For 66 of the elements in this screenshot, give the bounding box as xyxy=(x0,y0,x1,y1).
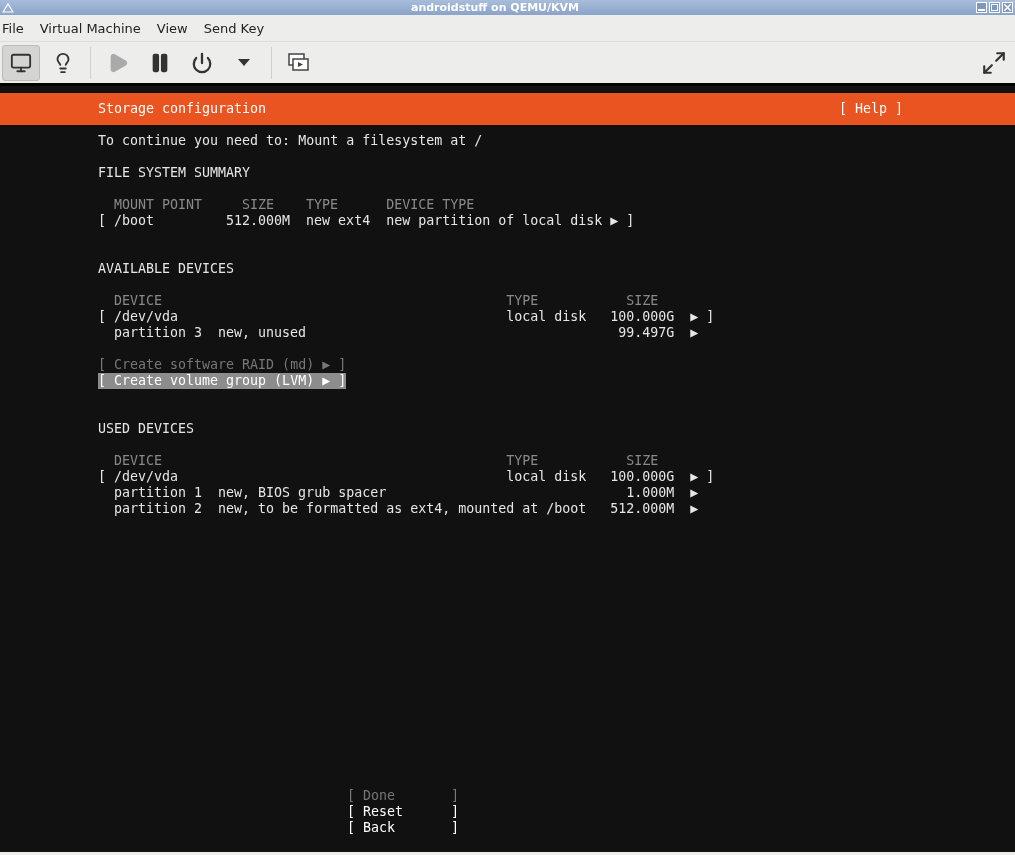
submenu-arrow[interactable]: ▶ xyxy=(690,325,699,340)
section-heading: AVAILABLE DEVICES xyxy=(98,261,235,277)
bracket: [ xyxy=(98,213,106,228)
menu-item[interactable]: File xyxy=(2,20,30,36)
help-link[interactable]: [ Help ] xyxy=(838,101,903,117)
fs-size: 512.000M xyxy=(226,213,291,228)
bracket: ] xyxy=(706,469,715,484)
section-heading: FILE SYSTEM SUMMARY xyxy=(98,165,251,181)
column-header: TYPE xyxy=(506,453,539,468)
submenu-arrow[interactable]: ▶ xyxy=(690,501,699,516)
action-button[interactable]: [ Back ] xyxy=(347,820,460,836)
device-name[interactable]: /dev/vda xyxy=(114,469,179,484)
partition-size: 1.000M xyxy=(626,485,675,500)
menu-item[interactable]: View xyxy=(156,20,194,36)
power-icon xyxy=(191,51,213,74)
bracket: [ xyxy=(98,469,106,484)
menu-item[interactable]: Virtual Machine xyxy=(39,20,147,36)
submenu-arrow[interactable]: ▶ xyxy=(690,485,699,500)
screen-title: Storage configuration xyxy=(98,101,267,117)
notice-text: To continue you need to: Mount a filesystem at / xyxy=(98,133,483,149)
bracket: [ xyxy=(98,309,106,324)
close-button[interactable] xyxy=(1002,2,1013,13)
column-header: MOUNT POINT xyxy=(114,197,203,212)
minimize-button[interactable] xyxy=(976,2,987,13)
fs-type: new ext4 xyxy=(306,213,371,228)
column-header: TYPE xyxy=(506,293,539,308)
column-header: SIZE xyxy=(626,453,659,468)
submenu-arrow[interactable]: ▶ xyxy=(690,469,699,484)
action-button[interactable]: [ Reset ] xyxy=(347,804,460,820)
device-name[interactable]: /dev/vda xyxy=(114,309,179,324)
view-toggle-button[interactable] xyxy=(2,44,40,81)
partition-size: 99.497G xyxy=(618,325,675,340)
bracket: ] xyxy=(626,213,635,228)
device-type: new partition of local disk xyxy=(386,213,603,228)
monitor-icon xyxy=(10,51,32,74)
fullscreen-icon xyxy=(981,49,1007,76)
submenu-arrow[interactable]: ▶ xyxy=(690,309,699,324)
partition-description: new, unused xyxy=(218,325,307,340)
partition-description: new, BIOS grub spacer xyxy=(218,485,387,500)
partition-name[interactable]: partition 3 xyxy=(114,325,203,340)
section-heading: USED DEVICES xyxy=(98,421,195,437)
maximize-button[interactable] xyxy=(989,2,1000,13)
submenu-arrow[interactable]: ▶ xyxy=(610,213,619,228)
menu-item[interactable]: Send Key xyxy=(203,20,271,36)
device-size: 100.000G xyxy=(610,309,675,324)
maximize-icon xyxy=(991,4,998,11)
mount-point[interactable]: /boot xyxy=(114,213,155,228)
column-header: DEVICE xyxy=(114,293,163,308)
column-header: DEVICE xyxy=(114,453,163,468)
device-type: local disk xyxy=(506,469,587,484)
close-icon xyxy=(1004,4,1011,11)
window-title: androidstuff on QEMU/KVM xyxy=(409,1,581,14)
screens-icon xyxy=(288,52,310,73)
app-icon xyxy=(2,2,14,13)
device-size: 100.000G xyxy=(610,469,675,484)
bracket: ] xyxy=(706,309,715,324)
device-type: local disk xyxy=(506,309,587,324)
column-header: DEVICE TYPE xyxy=(386,197,475,212)
caret-icon xyxy=(238,59,250,66)
partition-size: 512.000M xyxy=(610,501,675,516)
partition-name[interactable]: partition 1 xyxy=(114,485,203,500)
partition-name[interactable]: partition 2 xyxy=(114,501,203,516)
column-header: SIZE xyxy=(626,293,659,308)
column-header: SIZE xyxy=(242,197,275,212)
partition-description: new, to be formatted as ext4, mounted at /boot xyxy=(218,501,587,516)
column-header: TYPE xyxy=(306,197,339,212)
